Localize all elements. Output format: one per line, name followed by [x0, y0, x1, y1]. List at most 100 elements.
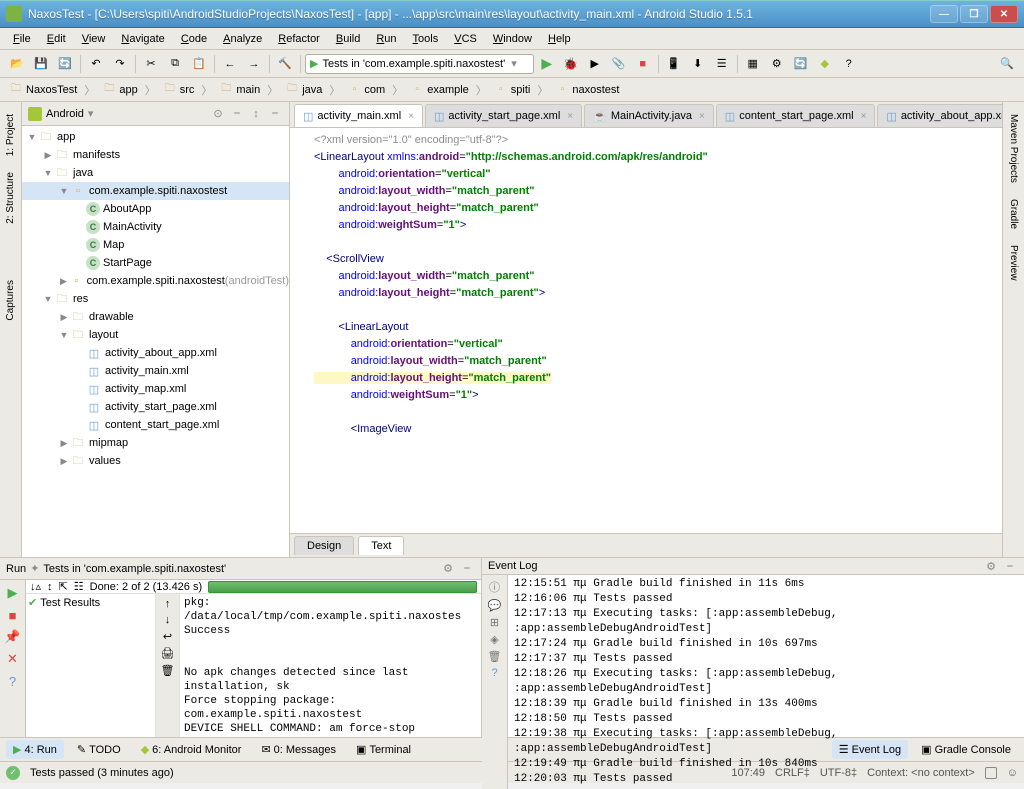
redo-icon[interactable]: ↷: [109, 53, 131, 75]
maximize-button[interactable]: ❐: [960, 5, 988, 23]
open-icon[interactable]: 📂: [6, 53, 28, 75]
project-tree[interactable]: ▼🗀app▶🗀manifests▼🗀java▼▫com.example.spit…: [22, 126, 289, 557]
design-tab[interactable]: Design: [294, 536, 354, 555]
breadcrumb-item[interactable]: ▫spiti: [491, 82, 534, 98]
cut-icon[interactable]: ✂: [140, 53, 162, 75]
menu-vcs[interactable]: VCS: [447, 31, 484, 47]
breadcrumb-item[interactable]: 🗀java: [282, 82, 325, 98]
copy-icon[interactable]: ⧉: [164, 53, 186, 75]
breadcrumb-item[interactable]: 🗀main: [216, 82, 263, 98]
menu-help[interactable]: Help: [541, 31, 578, 47]
undo-icon[interactable]: ↶: [85, 53, 107, 75]
menu-code[interactable]: Code: [174, 31, 214, 47]
hide-down-icon[interactable]: ⎯: [459, 561, 475, 577]
collapse-icon[interactable]: ⎯: [229, 106, 245, 122]
structure-icon[interactable]: ▦: [742, 53, 764, 75]
up-icon[interactable]: ↑: [165, 598, 171, 610]
info-icon[interactable]: ⓘ: [489, 579, 500, 595]
file-encoding[interactable]: UTF-8‡: [820, 767, 857, 779]
terminal-tool-button[interactable]: ▣ Terminal: [349, 740, 418, 759]
tree-node[interactable]: ▶▫com.example.spiti.naxostest (androidTe…: [22, 272, 289, 290]
debug-button-icon[interactable]: 🐞: [560, 53, 582, 75]
messages-tool-button[interactable]: ✉ 0: Messages: [254, 740, 343, 759]
close-icon[interactable]: ✕: [4, 650, 22, 668]
editor-tab[interactable]: ◫content_start_page.xml×: [716, 104, 876, 127]
search-icon[interactable]: 🔍: [996, 53, 1018, 75]
menu-analyze[interactable]: Analyze: [216, 31, 269, 47]
project-view-selector[interactable]: Android ▾: [28, 107, 93, 121]
project-tool-button[interactable]: 1: Project: [3, 110, 18, 160]
down-icon[interactable]: ↓: [165, 614, 171, 626]
avd-icon[interactable]: 📱: [663, 53, 685, 75]
expand-icon[interactable]: ↕: [47, 581, 53, 593]
hide-down-icon[interactable]: ⎯: [1002, 558, 1018, 574]
text-tab[interactable]: Text: [358, 536, 404, 555]
code-editor[interactable]: <?xml version="1.0" encoding="utf-8"?><L…: [290, 128, 1002, 533]
editor-tab[interactable]: ☕MainActivity.java×: [584, 104, 714, 127]
toggle-tree-icon[interactable]: ↓▵: [30, 580, 41, 593]
preview-tool-button[interactable]: Preview: [1006, 241, 1021, 285]
tree-node[interactable]: ▼🗀java: [22, 164, 289, 182]
tree-node[interactable]: ▼🗀layout: [22, 326, 289, 344]
trash-icon[interactable]: 🗑: [161, 664, 175, 677]
attach-icon[interactable]: 📎: [608, 53, 630, 75]
save-icon[interactable]: 💾: [30, 53, 52, 75]
mark-icon[interactable]: ◈: [490, 633, 498, 646]
editor-tab[interactable]: ◫activity_main.xml×: [294, 104, 423, 127]
menu-view[interactable]: View: [75, 31, 113, 47]
stop-icon[interactable]: ■: [4, 606, 22, 624]
maven-tool-button[interactable]: Maven Projects: [1006, 110, 1021, 187]
balloon-icon[interactable]: 💬: [488, 599, 502, 612]
gradle-console-button[interactable]: ▣ Gradle Console: [914, 740, 1018, 759]
breadcrumb-item[interactable]: ▫example: [407, 82, 472, 98]
help-icon[interactable]: ?: [491, 667, 497, 679]
filter-icon[interactable]: ⊞: [490, 616, 499, 629]
minimize-button[interactable]: —: [930, 5, 958, 23]
tree-node[interactable]: ◫activity_map.xml: [22, 380, 289, 398]
breadcrumb-item[interactable]: 🗀src: [160, 82, 198, 98]
breadcrumb-item[interactable]: 🗀app: [99, 82, 140, 98]
collapse-all-icon[interactable]: ⇱: [59, 580, 68, 593]
context-label[interactable]: Context: <no context>: [867, 767, 975, 779]
tree-node[interactable]: ▶🗀values: [22, 452, 289, 470]
tree-node[interactable]: ▶🗀manifests: [22, 146, 289, 164]
paste-icon[interactable]: 📋: [188, 53, 210, 75]
menu-refactor[interactable]: Refactor: [271, 31, 327, 47]
tree-node[interactable]: CAboutApp: [22, 200, 289, 218]
menu-tools[interactable]: Tools: [406, 31, 446, 47]
todo-tool-button[interactable]: ✎ TODO: [70, 740, 128, 759]
autoscroll-icon[interactable]: ↕: [248, 106, 264, 122]
wrap-icon[interactable]: ↩: [163, 630, 172, 643]
gear-icon[interactable]: ⚙: [440, 561, 456, 577]
gear-icon[interactable]: ⚙: [983, 558, 999, 574]
tree-node[interactable]: CMap: [22, 236, 289, 254]
rerun-icon[interactable]: ▶: [4, 584, 22, 602]
tree-node[interactable]: ◫activity_main.xml: [22, 362, 289, 380]
back-icon[interactable]: ←: [219, 53, 241, 75]
breadcrumb-item[interactable]: ▫naxostest: [552, 82, 622, 98]
breadcrumb-item[interactable]: ▫com: [344, 82, 388, 98]
event-log-button[interactable]: ☰ Event Log: [832, 740, 908, 759]
menu-file[interactable]: File: [6, 31, 38, 47]
menu-run[interactable]: Run: [369, 31, 403, 47]
tree-node[interactable]: ◫activity_start_page.xml: [22, 398, 289, 416]
tree-node[interactable]: ▼▫com.example.spiti.naxostest: [22, 182, 289, 200]
coverage-icon[interactable]: ▶: [584, 53, 606, 75]
sync-icon[interactable]: 🔄: [54, 53, 76, 75]
test-tree[interactable]: ✔ Test Results: [26, 594, 156, 737]
stop-icon[interactable]: ■: [632, 53, 654, 75]
editor-tab[interactable]: ◫activity_start_page.xml×: [425, 104, 582, 127]
gear-icon[interactable]: ⊙: [210, 106, 226, 122]
android-icon[interactable]: ◆: [814, 53, 836, 75]
tree-node[interactable]: CStartPage: [22, 254, 289, 272]
test-output[interactable]: pkg: /data/local/tmp/com.example.spiti.n…: [180, 594, 481, 737]
captures-tool-button[interactable]: Captures: [3, 276, 18, 325]
tree-node[interactable]: CMainActivity: [22, 218, 289, 236]
close-button[interactable]: ✕: [990, 5, 1018, 23]
help-icon[interactable]: ?: [4, 672, 22, 690]
tree-node[interactable]: ◫activity_about_app.xml: [22, 344, 289, 362]
print-icon[interactable]: 🖨: [161, 647, 175, 660]
run-tool-button[interactable]: ▶4: Run: [6, 740, 64, 759]
hide-icon[interactable]: ⎯: [267, 106, 283, 122]
help-icon[interactable]: ?: [838, 53, 860, 75]
